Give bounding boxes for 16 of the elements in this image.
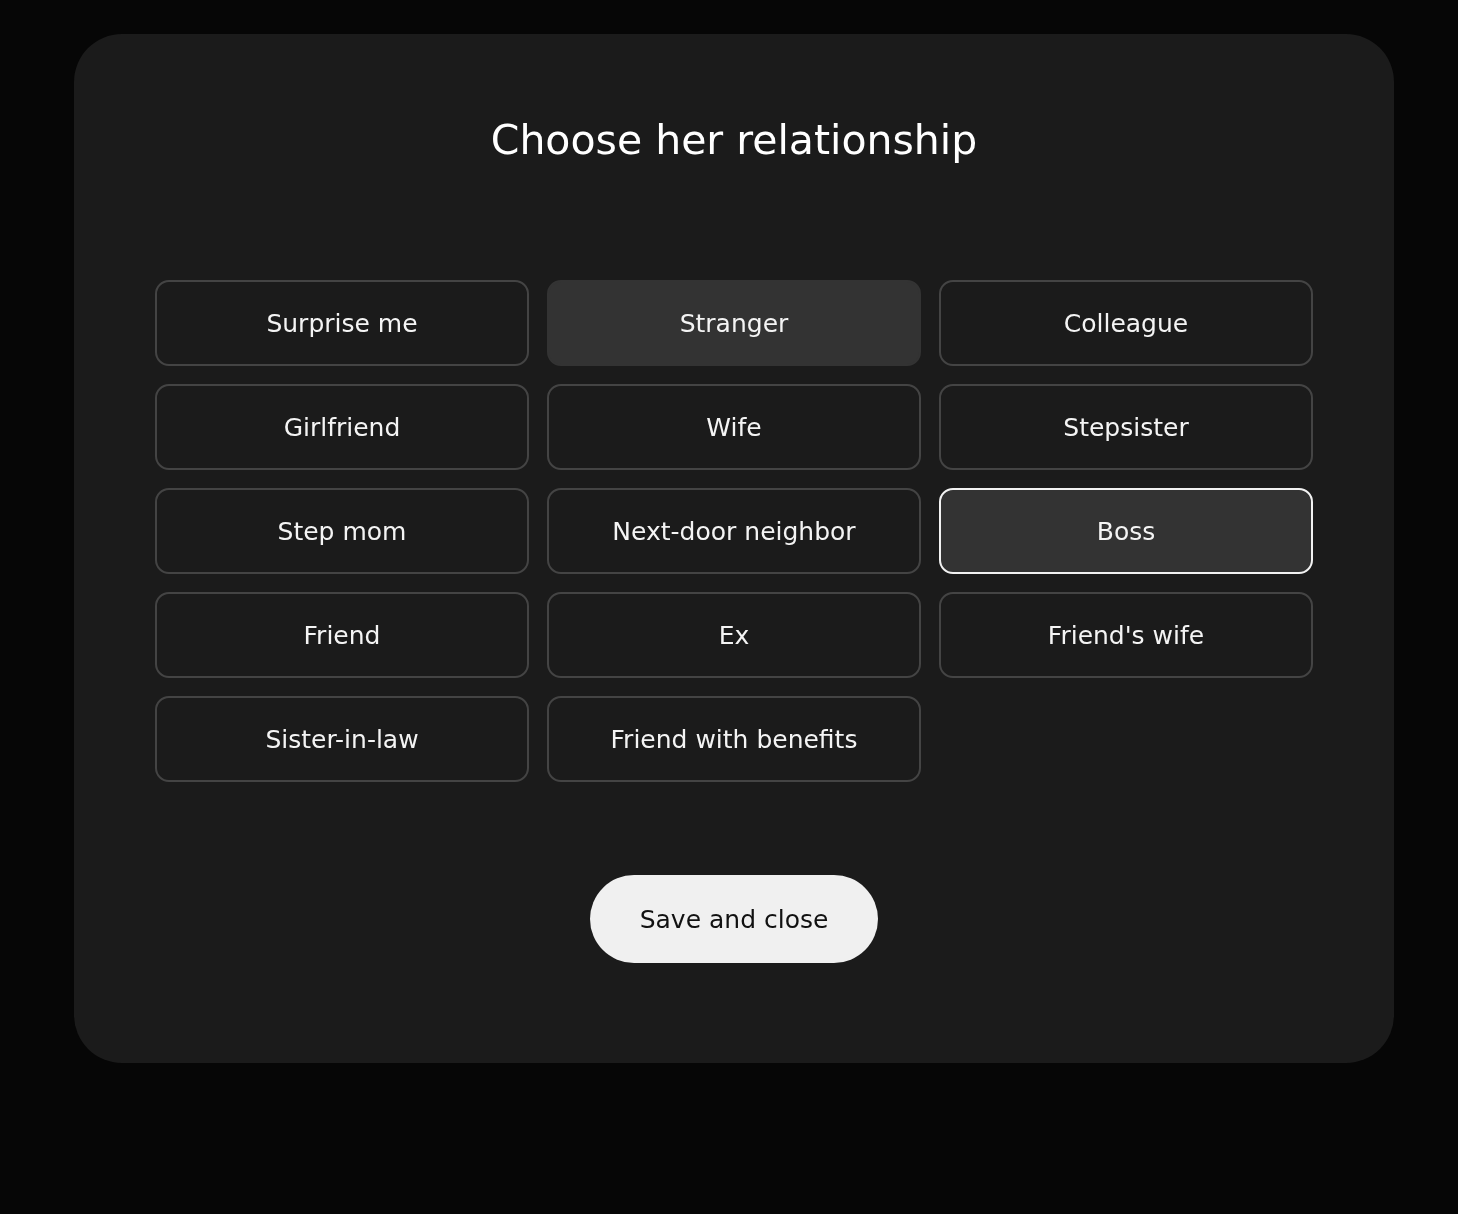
option-button[interactable]: Sister-in-law [155,696,529,783]
option-button[interactable]: Stepsister [939,384,1313,471]
option-button[interactable]: Wife [547,384,921,471]
option-button[interactable]: Boss [939,488,1313,575]
save-and-close-button[interactable]: Save and close [590,875,878,964]
option-button[interactable]: Next-door neighbor [547,488,921,575]
option-button[interactable]: Step mom [155,488,529,575]
option-button[interactable]: Friend [155,592,529,679]
option-button[interactable]: Surprise me [155,280,529,367]
option-button[interactable]: Ex [547,592,921,679]
option-button[interactable]: Stranger [547,280,921,367]
option-button[interactable]: Friend with benefits [547,696,921,783]
option-button[interactable]: Girlfriend [155,384,529,471]
option-button[interactable]: Friend's wife [939,592,1313,679]
dialog-title: Choose her relationship [490,115,978,166]
option-button[interactable]: Colleague [939,280,1313,367]
